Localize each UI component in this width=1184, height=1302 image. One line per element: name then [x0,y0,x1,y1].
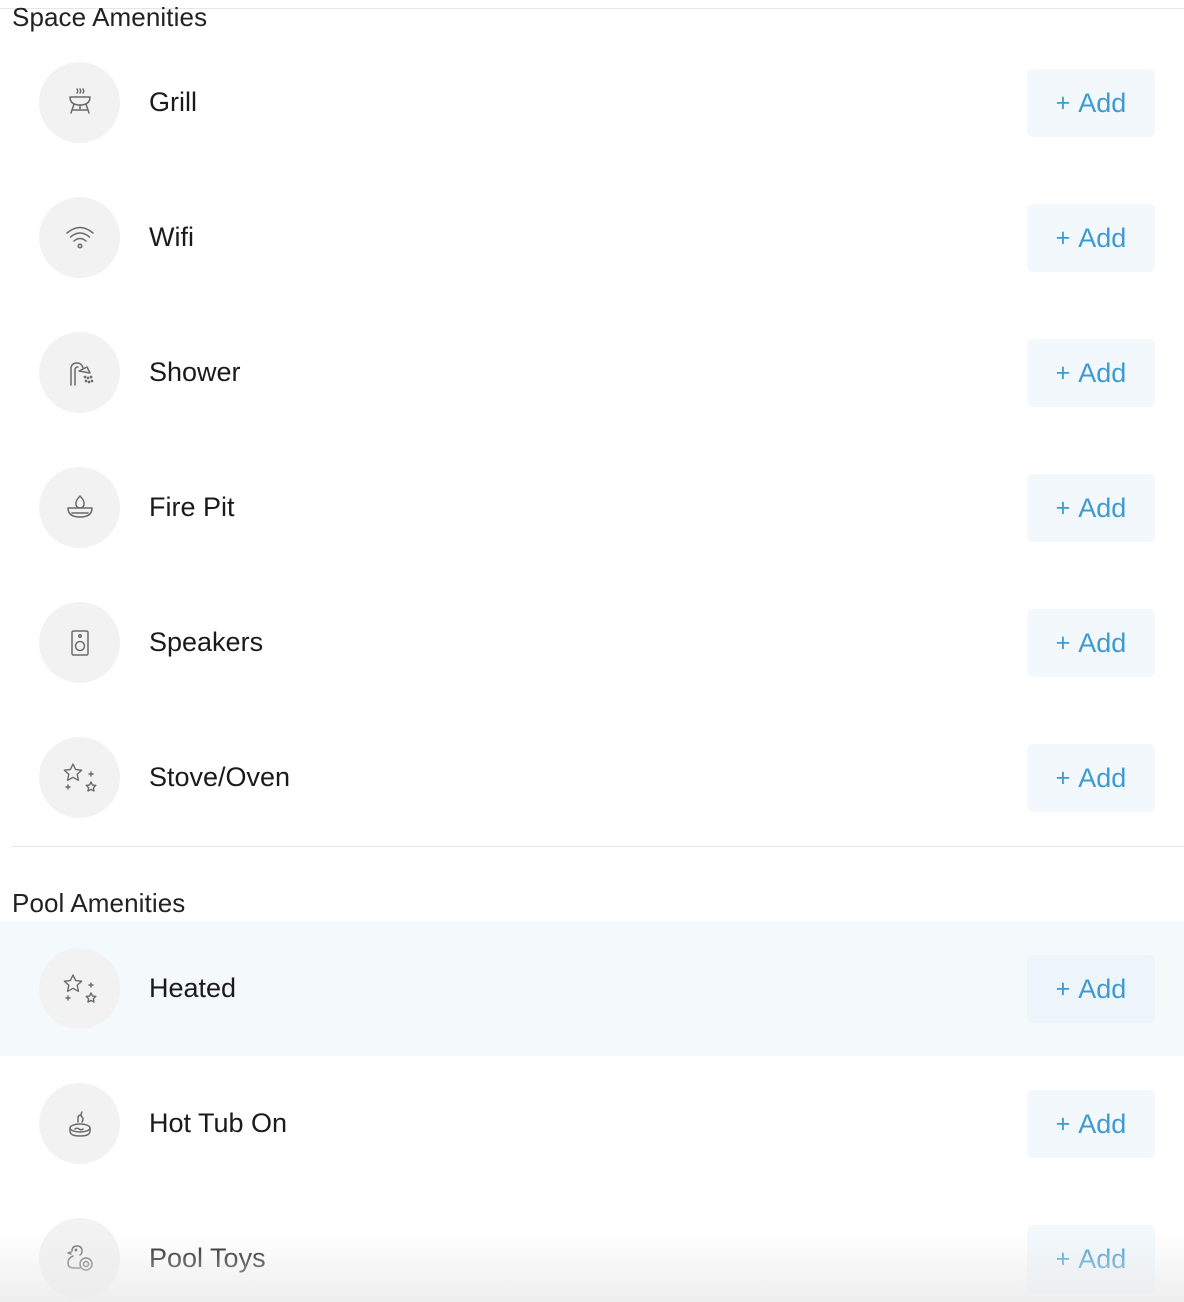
amenity-row-hot-tub: Hot Tub On + Add [0,1056,1184,1191]
add-button-label: Add [1078,1243,1127,1274]
add-heated-button[interactable]: + Add [1027,955,1155,1023]
amenity-label: Pool Toys [149,1243,266,1273]
amenity-label: Grill [149,87,197,117]
amenity-row-shower: Shower + Add [0,305,1184,440]
amenity-label: Wifi [149,222,194,252]
add-button-label: Add [1078,627,1127,658]
add-shower-button[interactable]: + Add [1027,339,1155,407]
amenity-label: Shower [149,357,241,387]
fire-pit-icon [39,467,120,548]
amenity-row-wifi: Wifi + Add [0,170,1184,305]
amenity-label: Fire Pit [149,492,235,522]
space-amenities-heading: Space Amenities [12,2,208,32]
plus-icon: + [1055,974,1071,1003]
plus-icon: + [1055,1109,1071,1138]
add-pool-toys-button[interactable]: + Add [1027,1225,1155,1293]
add-hot-tub-button[interactable]: + Add [1027,1090,1155,1158]
amenity-label: Speakers [149,627,264,657]
plus-icon: + [1055,1244,1071,1273]
amenity-row-grill: Grill + Add [0,35,1184,170]
plus-icon: + [1055,628,1071,657]
add-button-label: Add [1078,973,1127,1004]
hot-tub-icon [39,1083,120,1164]
amenity-row-fire-pit: Fire Pit + Add [0,440,1184,575]
amenities-page: Space Amenities Grill + Add Wifi + Add S… [0,0,1184,1302]
add-fire-pit-button[interactable]: + Add [1027,474,1155,542]
add-button-label: Add [1078,222,1127,253]
add-stove-oven-button[interactable]: + Add [1027,744,1155,812]
plus-icon: + [1055,223,1071,252]
shower-icon [39,332,120,413]
add-button-label: Add [1078,762,1127,793]
add-wifi-button[interactable]: + Add [1027,204,1155,272]
add-button-label: Add [1078,492,1127,523]
speaker-icon [39,602,120,683]
grill-icon [39,62,120,143]
add-button-label: Add [1078,357,1127,388]
add-button-label: Add [1078,87,1127,118]
stars-icon [39,948,120,1029]
amenity-label: Stove/Oven [149,762,291,792]
section-divider [11,846,1184,847]
plus-icon: + [1055,358,1071,387]
amenity-row-pool-toys: Pool Toys + Add [0,1191,1184,1302]
plus-icon: + [1055,493,1071,522]
add-speakers-button[interactable]: + Add [1027,609,1155,677]
plus-icon: + [1055,763,1071,792]
amenity-row-heated: Heated + Add [0,921,1184,1056]
amenity-row-stove-oven: Stove/Oven + Add [0,710,1184,845]
plus-icon: + [1055,88,1071,117]
amenity-label: Heated [149,973,237,1003]
add-grill-button[interactable]: + Add [1027,69,1155,137]
add-button-label: Add [1078,1108,1127,1139]
pool-amenities-heading: Pool Amenities [12,888,186,918]
rubber-duck-icon [39,1218,120,1299]
wifi-icon [39,197,120,278]
amenity-label: Hot Tub On [149,1108,288,1138]
amenity-row-speakers: Speakers + Add [0,575,1184,710]
stars-icon [39,737,120,818]
